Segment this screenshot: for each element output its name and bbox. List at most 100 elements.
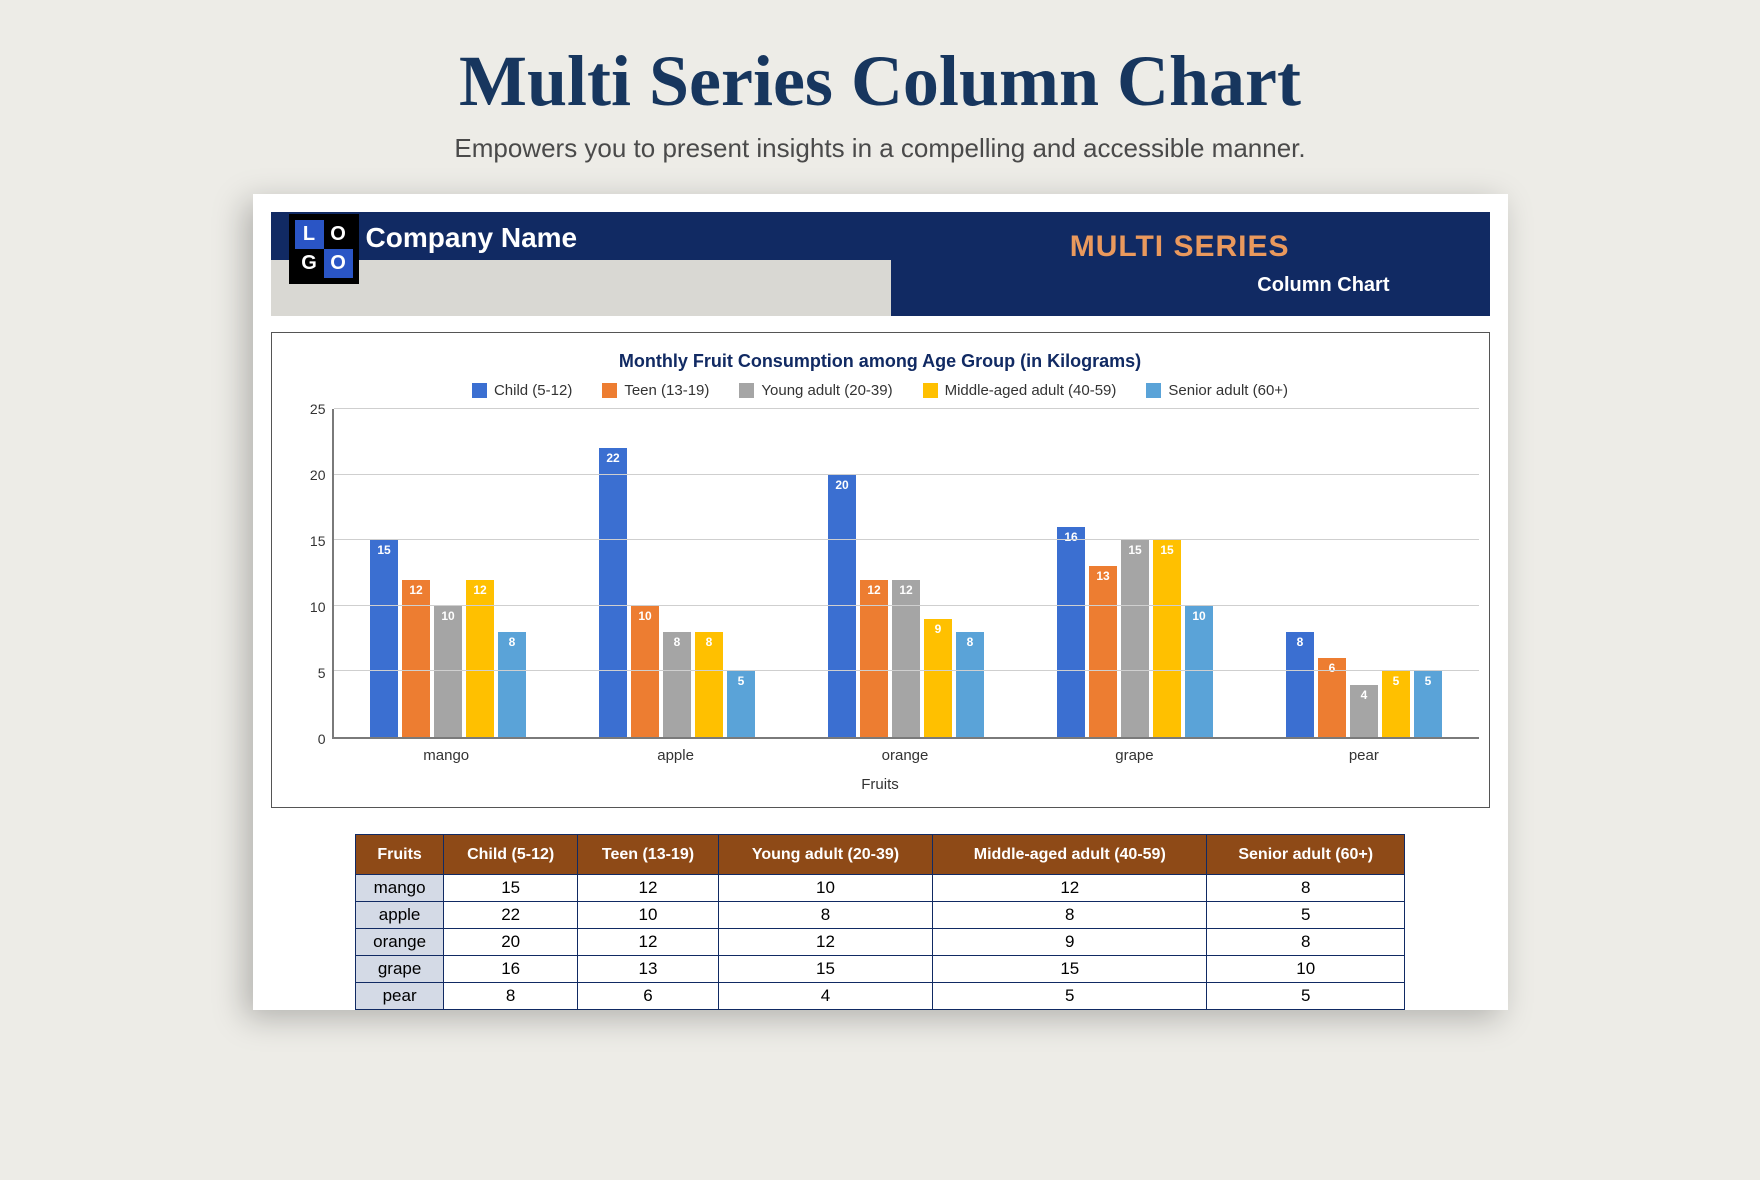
bar: 22 bbox=[599, 448, 627, 737]
bar-value: 6 bbox=[1318, 661, 1346, 675]
table-cell: 6 bbox=[578, 983, 719, 1010]
logo-icon: L O G O bbox=[289, 214, 359, 284]
table-row: mango151210128 bbox=[356, 875, 1405, 902]
chart-legend: Child (5-12) Teen (13-19) Young adult (20-… bbox=[282, 382, 1479, 399]
x-tick: orange bbox=[790, 747, 1019, 764]
table-cell: 20 bbox=[444, 929, 578, 956]
bar-value: 13 bbox=[1089, 569, 1117, 583]
table-header: Teen (13-19) bbox=[578, 835, 719, 875]
table-cell: 12 bbox=[578, 929, 719, 956]
legend-item: Child (5-12) bbox=[472, 382, 572, 399]
legend-item: Young adult (20-39) bbox=[739, 382, 892, 399]
table-cell: 13 bbox=[578, 956, 719, 983]
table-row: pear86455 bbox=[356, 983, 1405, 1010]
bar: 10 bbox=[1185, 606, 1213, 737]
bar-value: 20 bbox=[828, 478, 856, 492]
bar-value: 22 bbox=[599, 451, 627, 465]
plot-area: 151210128221088520121298161315151086455 bbox=[332, 409, 1479, 739]
table-row: orange20121298 bbox=[356, 929, 1405, 956]
bar: 8 bbox=[663, 632, 691, 737]
table-row-header: pear bbox=[356, 983, 444, 1010]
bar: 16 bbox=[1057, 527, 1085, 737]
y-tick: 20 bbox=[310, 467, 326, 483]
bar-value: 12 bbox=[892, 583, 920, 597]
legend-swatch bbox=[472, 383, 487, 398]
table-cell: 9 bbox=[933, 929, 1207, 956]
company-name: Company Name bbox=[366, 222, 578, 254]
legend-item: Middle-aged adult (40-59) bbox=[923, 382, 1117, 399]
table-cell: 12 bbox=[718, 929, 932, 956]
bar-value: 12 bbox=[860, 583, 888, 597]
table-cell: 5 bbox=[1207, 902, 1405, 929]
table-row: grape1613151510 bbox=[356, 956, 1405, 983]
bar: 15 bbox=[1153, 540, 1181, 737]
table-cell: 8 bbox=[718, 902, 932, 929]
table-header: Child (5-12) bbox=[444, 835, 578, 875]
table-row: apple2210885 bbox=[356, 902, 1405, 929]
table-cell: 8 bbox=[444, 983, 578, 1010]
chart-panel: Monthly Fruit Consumption among Age Grou… bbox=[271, 332, 1490, 808]
y-tick: 0 bbox=[318, 731, 326, 747]
bar-value: 5 bbox=[727, 674, 755, 688]
bar: 12 bbox=[892, 580, 920, 737]
bar-value: 8 bbox=[663, 635, 691, 649]
bar-value: 15 bbox=[1153, 543, 1181, 557]
bar-group: 22 10 88 5 bbox=[563, 409, 792, 737]
table-row-header: mango bbox=[356, 875, 444, 902]
bar-value: 4 bbox=[1350, 688, 1378, 702]
bar-value: 5 bbox=[1382, 674, 1410, 688]
y-axis: 0510152025 bbox=[282, 409, 332, 739]
table-cell: 12 bbox=[933, 875, 1207, 902]
bar: 8 bbox=[498, 632, 526, 737]
bar: 15 bbox=[370, 540, 398, 737]
bar: 10 bbox=[434, 606, 462, 737]
bar: 5 bbox=[727, 671, 755, 737]
page-subtitle: Empowers you to present insights in a co… bbox=[0, 133, 1760, 164]
header-sub: Column Chart bbox=[1257, 274, 1389, 297]
legend-item: Teen (13-19) bbox=[602, 382, 709, 399]
bar: 12 bbox=[860, 580, 888, 737]
bar-value: 16 bbox=[1057, 530, 1085, 544]
legend-swatch bbox=[1146, 383, 1161, 398]
y-tick: 25 bbox=[310, 401, 326, 417]
bar-group: 15 12 10 12 8 bbox=[334, 409, 563, 737]
bar: 5 bbox=[1414, 671, 1442, 737]
table-row-header: grape bbox=[356, 956, 444, 983]
table-row-header: orange bbox=[356, 929, 444, 956]
legend-label: Teen (13-19) bbox=[624, 382, 709, 399]
x-axis-label: Fruits bbox=[282, 776, 1479, 793]
table-cell: 10 bbox=[1207, 956, 1405, 983]
page-title: Multi Series Column Chart bbox=[0, 40, 1760, 123]
bar: 8 bbox=[956, 632, 984, 737]
legend-item: Senior adult (60+) bbox=[1146, 382, 1288, 399]
bar-value: 12 bbox=[466, 583, 494, 597]
x-tick: pear bbox=[1249, 747, 1478, 764]
bar: 15 bbox=[1121, 540, 1149, 737]
data-table: FruitsChild (5-12)Teen (13-19)Young adul… bbox=[355, 834, 1405, 1010]
x-tick: apple bbox=[561, 747, 790, 764]
table-cell: 12 bbox=[578, 875, 719, 902]
bar-value: 10 bbox=[631, 609, 659, 623]
bar-value: 8 bbox=[695, 635, 723, 649]
legend-label: Child (5-12) bbox=[494, 382, 572, 399]
doc-header: L O G O Company Name MULTI SERIES Column… bbox=[271, 212, 1490, 316]
bar-value: 15 bbox=[370, 543, 398, 557]
bar: 12 bbox=[402, 580, 430, 737]
bar: 10 bbox=[631, 606, 659, 737]
bar: 8 bbox=[1286, 632, 1314, 737]
bar-value: 12 bbox=[402, 583, 430, 597]
table-cell: 22 bbox=[444, 902, 578, 929]
bar-group: 86455 bbox=[1250, 409, 1479, 737]
bar-value: 15 bbox=[1121, 543, 1149, 557]
legend-swatch bbox=[739, 383, 754, 398]
y-tick: 10 bbox=[310, 599, 326, 615]
table-header: Middle-aged adult (40-59) bbox=[933, 835, 1207, 875]
x-categories: mangoappleorangegrapepear bbox=[332, 747, 1479, 764]
bar: 5 bbox=[1382, 671, 1410, 737]
table-row-header: apple bbox=[356, 902, 444, 929]
chart-title: Monthly Fruit Consumption among Age Grou… bbox=[282, 351, 1479, 372]
table-cell: 8 bbox=[1207, 929, 1405, 956]
table-cell: 4 bbox=[718, 983, 932, 1010]
bar-value: 8 bbox=[956, 635, 984, 649]
table-cell: 10 bbox=[578, 902, 719, 929]
